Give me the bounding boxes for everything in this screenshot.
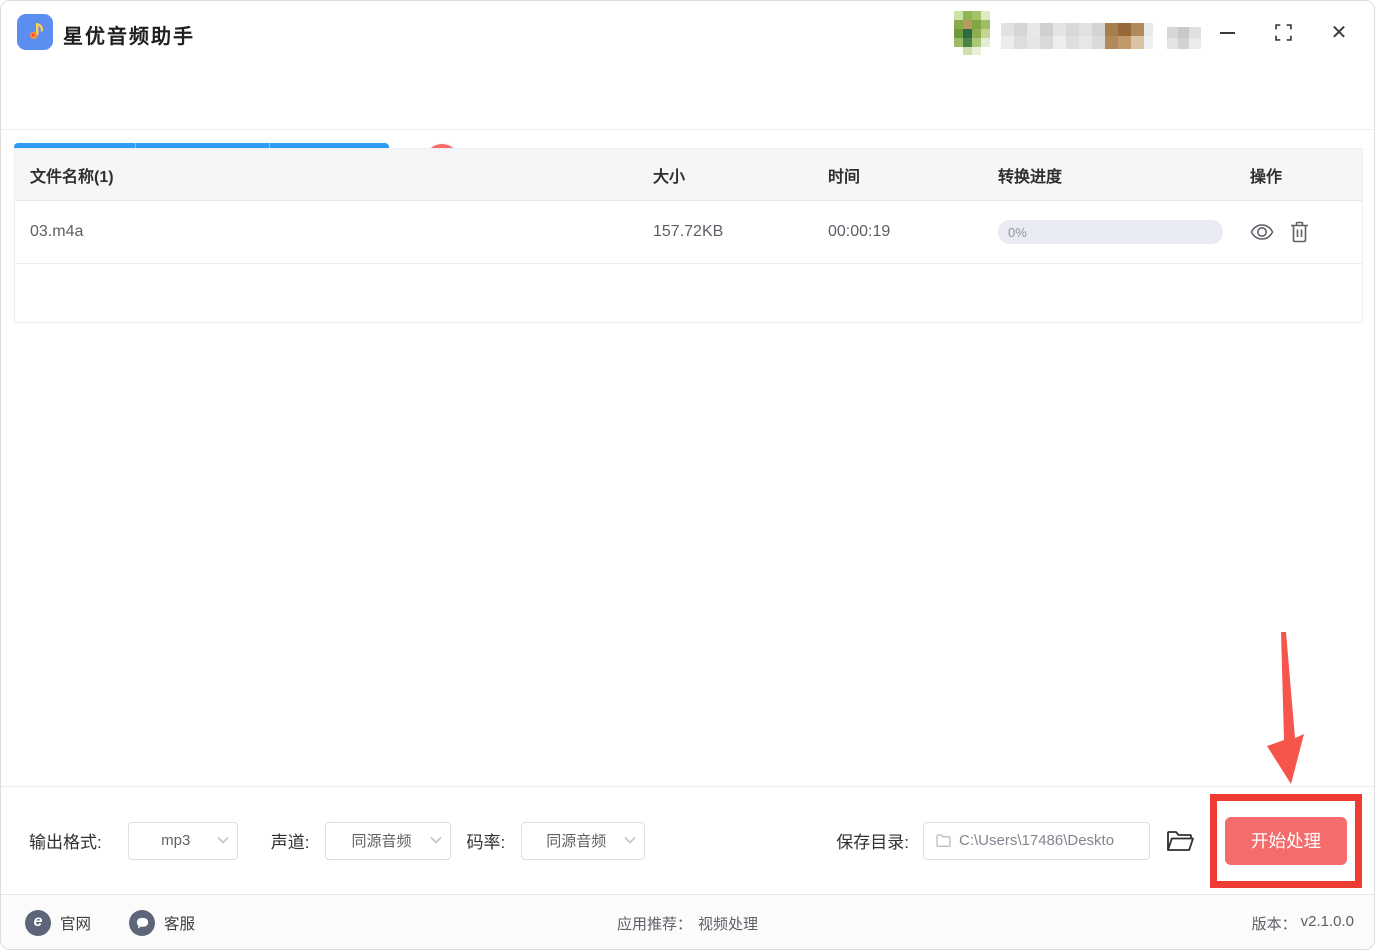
- toolbar: 添加文件 添加文件夹 清空音频 ‹ ‹ 格式转换 音频合并: [1, 64, 1374, 182]
- user-avatar-redacted: [954, 11, 990, 55]
- version-label: 版本：: [1251, 915, 1297, 933]
- annotation-arrow: [1267, 632, 1304, 784]
- app-recommend: 应用推荐： 视频处理: [616, 895, 758, 949]
- channel-select[interactable]: 同源音频: [325, 821, 452, 860]
- version-value: v2.1.0.0: [1300, 912, 1354, 930]
- cell-time: 00:00:19: [828, 223, 891, 240]
- maximize-button[interactable]: [1272, 22, 1294, 44]
- progress-bar: 0%: [998, 220, 1223, 244]
- chevron-down-icon: [624, 836, 636, 844]
- eye-icon: [1250, 224, 1274, 240]
- app-logo-icon: [17, 14, 53, 50]
- start-process-button[interactable]: 开始处理: [1225, 816, 1347, 865]
- table-row: 03.m4a 157.72KB 00:00:19 0%: [15, 201, 1362, 264]
- titlebar: 星优音频助手 ✕: [1, 1, 1374, 64]
- folder-icon: [936, 834, 951, 847]
- official-site-link[interactable]: e 官网: [25, 910, 91, 936]
- settings-bar: 输出格式: mp3 声道: 同源音频 码率: 同源音频 保存目录: C:\Use…: [1, 786, 1374, 894]
- window-controls: ✕: [1216, 1, 1350, 64]
- output-format-label: 输出格式:: [29, 833, 102, 852]
- file-table: 文件名称(1) 大小 时间 转换进度 操作 03.m4a 157.72KB 00…: [14, 148, 1363, 323]
- bitrate-label: 码率:: [466, 833, 506, 852]
- delete-button[interactable]: [1290, 221, 1309, 243]
- bitrate-value: 同源音频: [546, 833, 607, 850]
- cell-progress: 0%: [998, 220, 1250, 244]
- table-empty-row: [15, 264, 1362, 323]
- chevron-down-icon: [430, 836, 443, 844]
- output-format-value: mp3: [161, 832, 191, 849]
- music-note-icon: [30, 23, 43, 39]
- header-size: 大小: [653, 168, 686, 186]
- maximize-icon: [1274, 24, 1292, 41]
- recommend-label: 应用推荐：: [616, 916, 692, 933]
- app-window: 星优音频助手 ✕ 文件名称(1) 大小 时间 转换进度 操作 03.m4a 15…: [0, 0, 1375, 950]
- header-ops: 操作: [1250, 168, 1283, 186]
- user-name-redacted: [1001, 23, 1153, 49]
- header-progress: 转换进度: [998, 168, 1063, 186]
- toolbar-divider: [1, 129, 1374, 130]
- browser-icon: e: [25, 910, 51, 936]
- save-dir-label: 保存目录:: [836, 833, 909, 852]
- cell-size: 157.72KB: [653, 223, 724, 240]
- minimize-button[interactable]: [1216, 22, 1238, 44]
- annotation-highlight-box: 开始处理: [1210, 793, 1362, 888]
- header-file-name: 文件名称(1): [30, 168, 114, 186]
- close-button[interactable]: ✕: [1328, 22, 1350, 44]
- trash-icon: [1291, 221, 1308, 243]
- minimize-icon: [1219, 31, 1235, 34]
- table-header: 文件名称(1) 大小 时间 转换进度 操作: [15, 149, 1362, 201]
- recommend-link[interactable]: 视频处理: [698, 913, 758, 934]
- save-dir-value: C:\Users\17486\Deskto: [959, 832, 1115, 849]
- save-dir-input[interactable]: C:\Users\17486\Deskto: [923, 821, 1150, 860]
- preview-button[interactable]: [1250, 223, 1274, 241]
- chevron-down-icon: [217, 836, 229, 844]
- browse-folder-button[interactable]: [1166, 829, 1194, 853]
- save-dir-group: 保存目录: C:\Users\17486\Deskto 开始处理: [836, 793, 1362, 888]
- cell-file-name: 03.m4a: [30, 223, 84, 240]
- bitrate-select[interactable]: 同源音频: [521, 821, 646, 860]
- output-format-select[interactable]: mp3: [127, 821, 238, 860]
- version-info: 版本： v2.1.0.0: [1252, 913, 1354, 934]
- channel-value: 同源音频: [351, 833, 412, 850]
- channel-label: 声道:: [270, 833, 310, 852]
- user-badge-redacted: [1167, 27, 1201, 49]
- chat-bubble-icon: [129, 910, 156, 936]
- cell-ops: [1250, 221, 1362, 243]
- footer: e 官网 客服 应用推荐： 视频处理 版本： v2.1.0.0: [1, 894, 1374, 949]
- close-icon: ✕: [1330, 21, 1348, 44]
- progress-value: 0%: [1008, 224, 1027, 240]
- header-time: 时间: [828, 168, 861, 186]
- official-site-label: 官网: [60, 916, 92, 933]
- support-link[interactable]: 客服: [129, 910, 195, 936]
- open-folder-icon: [1167, 830, 1194, 851]
- app-title: 星优音频助手: [63, 26, 195, 48]
- support-label: 客服: [164, 916, 196, 933]
